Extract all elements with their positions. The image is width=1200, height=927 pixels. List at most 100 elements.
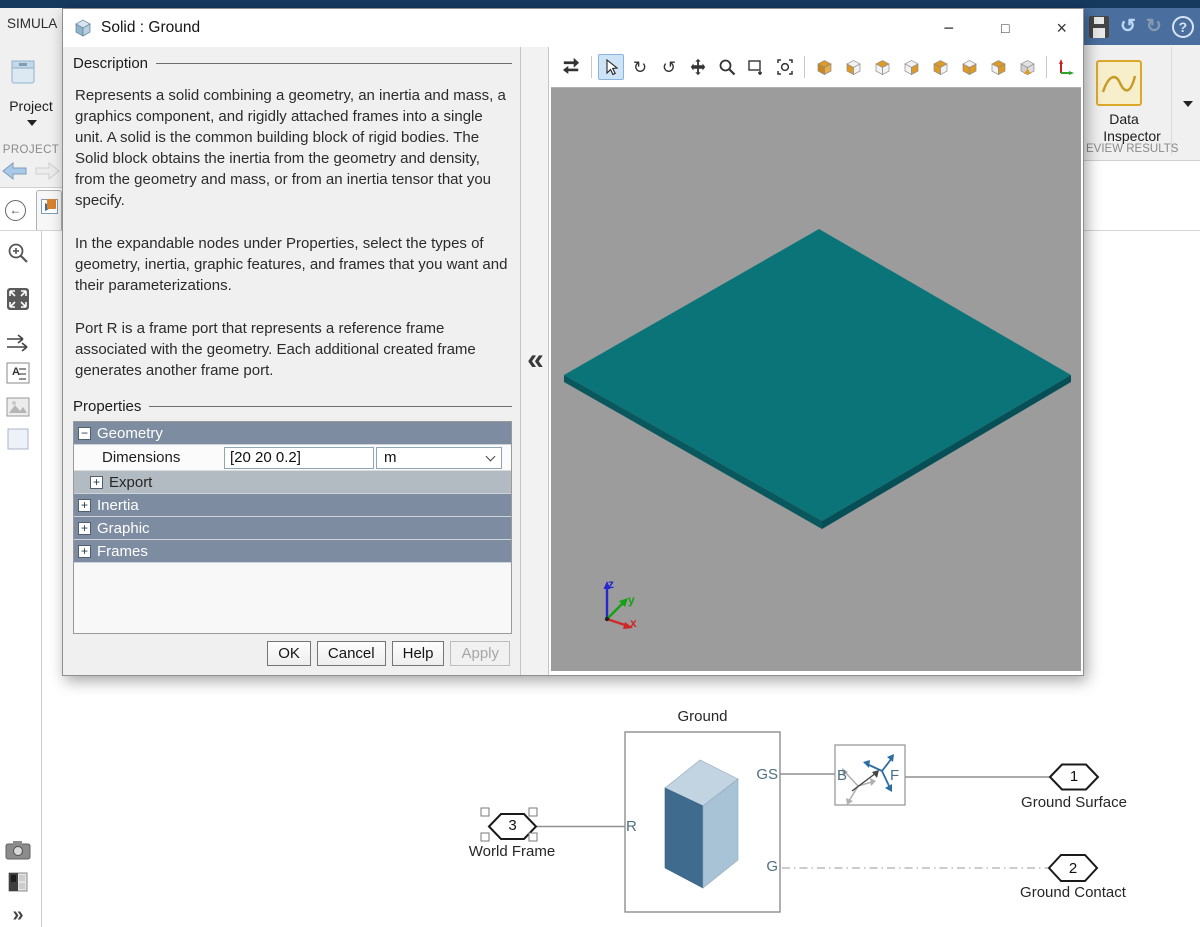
os-titlebar-strip bbox=[0, 0, 1200, 8]
ground-block-title: Ground bbox=[625, 708, 780, 725]
ribbon-dropdown-caret-icon[interactable] bbox=[1183, 101, 1193, 107]
undo-icon[interactable]: ↺ bbox=[1120, 15, 1136, 38]
area-box-icon[interactable] bbox=[4, 425, 32, 453]
rotate-orbit-icon[interactable]: ↻ bbox=[627, 54, 653, 80]
ground-contact-port-number[interactable]: 2 bbox=[1048, 860, 1098, 877]
annotation-letter: A bbox=[12, 366, 20, 378]
palette-rail: A » bbox=[0, 231, 42, 927]
dialog-titlebar[interactable]: Solid : Ground − □ × bbox=[63, 9, 1083, 47]
visualization-canvas[interactable]: z y x bbox=[551, 87, 1081, 671]
expand-expander-icon[interactable]: + bbox=[78, 545, 91, 558]
pan-icon[interactable] bbox=[685, 54, 711, 80]
visualization-toolbar: ↻ ↺ bbox=[549, 47, 1083, 87]
frame-axes-icon[interactable] bbox=[1053, 54, 1079, 80]
project-button[interactable]: Project bbox=[0, 98, 62, 114]
properties-table: − Geometry Dimensions m + Export bbox=[73, 421, 512, 634]
annotation-icon[interactable]: A bbox=[4, 359, 32, 387]
x-axis-label: x bbox=[630, 616, 637, 630]
zoom-icon[interactable] bbox=[714, 54, 740, 80]
model-tab[interactable] bbox=[36, 190, 62, 231]
ground-port-g[interactable]: G bbox=[750, 858, 778, 875]
ok-button[interactable]: OK bbox=[267, 641, 311, 666]
transform-port-b[interactable]: B bbox=[837, 767, 847, 784]
redo-icon[interactable]: ↻ bbox=[1146, 15, 1162, 38]
dialog-buttons: OK Cancel Help Apply bbox=[267, 641, 510, 666]
transform-port-f[interactable]: F bbox=[890, 767, 899, 784]
geometry-row[interactable]: − Geometry bbox=[74, 422, 511, 445]
inertia-row[interactable]: + Inertia bbox=[74, 494, 511, 517]
roll-icon[interactable]: ↺ bbox=[656, 54, 682, 80]
maximize-button[interactable]: □ bbox=[1001, 20, 1009, 36]
view-default-cube-icon[interactable] bbox=[1014, 54, 1040, 80]
view-isometric-icon[interactable] bbox=[811, 54, 837, 80]
view-back-icon[interactable] bbox=[869, 54, 895, 80]
close-button[interactable]: × bbox=[1056, 18, 1067, 39]
update-visualization-icon[interactable] bbox=[559, 54, 585, 80]
select-cursor-icon[interactable] bbox=[598, 54, 624, 80]
image-icon[interactable] bbox=[4, 393, 32, 421]
minimize-button[interactable]: − bbox=[944, 18, 955, 39]
fit-to-view-icon[interactable] bbox=[4, 285, 32, 313]
world-frame-port-number[interactable]: 3 bbox=[489, 817, 536, 834]
ground-contact-label: Ground Contact bbox=[1008, 884, 1138, 901]
collapse-pane-button[interactable]: « bbox=[521, 343, 548, 377]
data-inspector-button[interactable]: Data bbox=[1084, 111, 1164, 127]
solid-cube-icon bbox=[73, 18, 93, 38]
export-row[interactable]: + Export bbox=[74, 471, 511, 494]
description-rule bbox=[156, 63, 512, 64]
camera-icon[interactable] bbox=[4, 836, 32, 864]
help-button[interactable]: Help bbox=[392, 641, 445, 666]
ribbon-left: SIMULA Project PROJECT bbox=[0, 8, 62, 188]
dimensions-label: Dimensions bbox=[74, 449, 224, 466]
save-icon[interactable] bbox=[1088, 15, 1110, 39]
graphic-row[interactable]: + Graphic bbox=[74, 517, 511, 540]
project-dropdown-caret-icon[interactable] bbox=[27, 120, 37, 126]
view-top-icon[interactable] bbox=[898, 54, 924, 80]
viewmarks-icon[interactable] bbox=[4, 868, 32, 896]
expand-expander-icon[interactable]: + bbox=[78, 499, 91, 512]
quick-access-bar: ↺ ↻ ? bbox=[1084, 8, 1200, 45]
view-front-icon[interactable] bbox=[840, 54, 866, 80]
frames-label: Frames bbox=[97, 543, 148, 560]
unit-select[interactable]: m bbox=[376, 447, 502, 469]
toolbar-separator bbox=[1046, 56, 1047, 78]
graphic-label: Graphic bbox=[97, 520, 150, 537]
data-inspector-button-line2[interactable]: Inspector bbox=[1084, 128, 1180, 144]
description-label: Description bbox=[73, 55, 148, 72]
description-paragraph-1: Represents a solid combining a geometry,… bbox=[75, 85, 510, 211]
geometry-label: Geometry bbox=[97, 425, 163, 442]
fit-view-icon[interactable] bbox=[772, 54, 798, 80]
inertia-label: Inertia bbox=[97, 497, 139, 514]
parameters-pane: Description Represents a solid combining… bbox=[63, 47, 521, 675]
lock-icon bbox=[47, 199, 56, 209]
help-icon[interactable]: ? bbox=[1172, 16, 1194, 38]
cancel-button[interactable]: Cancel bbox=[317, 641, 386, 666]
expand-expander-icon[interactable]: + bbox=[78, 522, 91, 535]
project-section-label: PROJECT bbox=[0, 144, 62, 156]
pane-collapse-strip: « bbox=[521, 47, 549, 675]
dimensions-row: Dimensions m bbox=[74, 445, 511, 471]
signal-routing-icon[interactable] bbox=[4, 329, 32, 357]
data-inspector-icon[interactable] bbox=[1096, 60, 1142, 106]
frames-row[interactable]: + Frames bbox=[74, 540, 511, 563]
expand-rail-icon[interactable]: » bbox=[4, 901, 32, 927]
forward-arrow-icon[interactable] bbox=[35, 162, 60, 180]
properties-empty-area bbox=[74, 563, 511, 633]
up-level-icon[interactable]: ← bbox=[5, 200, 26, 221]
zoom-in-icon[interactable] bbox=[4, 239, 32, 267]
view-right-icon[interactable] bbox=[985, 54, 1011, 80]
unit-value: m bbox=[384, 449, 397, 466]
toolbar-separator bbox=[591, 56, 592, 78]
ground-port-gs[interactable]: GS bbox=[744, 766, 778, 783]
ground-port-r[interactable]: R bbox=[626, 818, 637, 835]
tab-simulation[interactable]: SIMULA bbox=[7, 16, 57, 31]
ground-surface-port-number[interactable]: 1 bbox=[1050, 768, 1098, 785]
view-left-icon[interactable] bbox=[956, 54, 982, 80]
view-bottom-icon[interactable] bbox=[927, 54, 953, 80]
dimensions-input[interactable] bbox=[224, 447, 374, 469]
back-arrow-icon[interactable] bbox=[2, 162, 27, 180]
expand-expander-icon[interactable]: + bbox=[90, 476, 103, 489]
collapse-expander-icon[interactable]: − bbox=[78, 427, 91, 440]
description-paragraph-3: Port R is a frame port that represents a… bbox=[75, 318, 510, 381]
zoom-region-icon[interactable] bbox=[743, 54, 769, 80]
